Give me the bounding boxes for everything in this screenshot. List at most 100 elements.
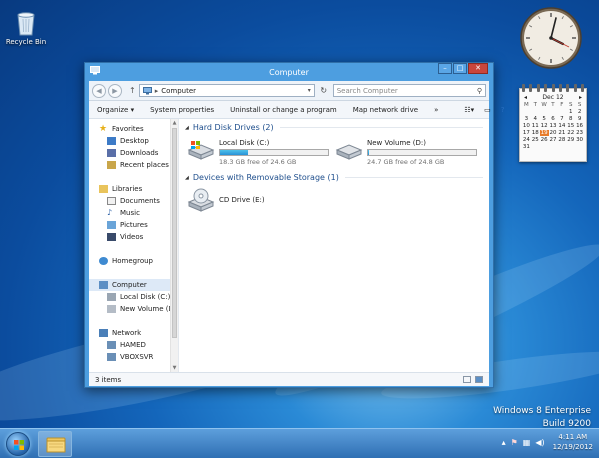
calendar-day[interactable]: 1	[566, 109, 575, 115]
help-icon[interactable]: ?	[501, 106, 505, 114]
calendar-day[interactable]: 23	[575, 130, 584, 136]
forward-button[interactable]: ▶	[108, 83, 122, 98]
forward-arrow-icon: ▶	[112, 86, 118, 95]
calendar-day[interactable]: 17	[522, 130, 531, 136]
nav-item-documents[interactable]: Documents	[89, 195, 178, 207]
nav-item-local-disk[interactable]: Local Disk (C:)	[89, 291, 178, 303]
calendar-day[interactable]: 13	[549, 123, 558, 129]
start-button[interactable]	[6, 432, 30, 456]
calendar-day	[540, 144, 549, 150]
address-input[interactable]: ▸ Computer ▾	[138, 84, 315, 97]
calendar-day[interactable]: 12	[540, 123, 549, 129]
uninstall-program-button[interactable]: Uninstall or change a program	[230, 106, 337, 114]
calendar-day[interactable]: 4	[531, 116, 540, 122]
calendar-day[interactable]: 3	[522, 116, 531, 122]
calendar-month-label: Dec 12	[542, 94, 564, 101]
calendar-day[interactable]: 8	[566, 116, 575, 122]
calendar-day[interactable]: 14	[557, 123, 566, 129]
drive-item-d[interactable]: New Volume (D:) 24.7 GB free of 24.8 GB	[335, 139, 477, 166]
removable-section-header[interactable]: ◢ Devices with Removable Storage (1)	[185, 173, 483, 182]
nav-item-homegroup[interactable]: Homegroup	[89, 255, 178, 267]
calendar-day[interactable]: 27	[549, 137, 558, 143]
back-arrow-icon: ◀	[96, 86, 102, 95]
calendar-day[interactable]: 11	[531, 123, 540, 129]
network-status-icon[interactable]: ▦	[523, 438, 531, 447]
calendar-day[interactable]: 28	[557, 137, 566, 143]
refresh-button[interactable]: ↻	[317, 86, 331, 95]
drive-item-e[interactable]: CD Drive (E:)	[187, 187, 265, 213]
change-view-icon[interactable]: ☷▾	[464, 106, 474, 114]
nav-item-music[interactable]: ♪ Music	[89, 207, 178, 219]
nav-item-libraries[interactable]: Libraries	[89, 183, 178, 195]
nav-scrollbar[interactable]: ▲ ▼	[170, 119, 178, 372]
calendar-day[interactable]: 22	[566, 130, 575, 136]
taskbar-explorer-button[interactable]	[38, 431, 72, 457]
system-properties-button[interactable]: System properties	[150, 106, 214, 114]
large-icons-view-icon[interactable]	[475, 376, 483, 383]
calendar-day[interactable]: 29	[566, 137, 575, 143]
calendar-day[interactable]: 7	[557, 116, 566, 122]
organize-menu[interactable]: Organize ▾	[97, 106, 134, 114]
calendar-day[interactable]: 2	[575, 109, 584, 115]
nav-item-network[interactable]: Network	[89, 327, 178, 339]
nav-item-vboxsvr[interactable]: VBOXSVR	[89, 351, 178, 363]
calendar-day[interactable]: 6	[549, 116, 558, 122]
calendar-next-icon[interactable]: ▸	[579, 94, 582, 101]
close-button[interactable]: ✕	[468, 63, 488, 74]
calendar-day[interactable]: 9	[575, 116, 584, 122]
calendar-day[interactable]: 16	[575, 123, 584, 129]
calendar-day[interactable]: 30	[575, 137, 584, 143]
clock-gadget[interactable]	[519, 6, 583, 70]
calendar-day[interactable]: 10	[522, 123, 531, 129]
volume-icon[interactable]: ◀)	[535, 438, 544, 447]
scroll-up-icon[interactable]: ▲	[171, 119, 178, 127]
address-dropdown-icon[interactable]: ▾	[308, 87, 311, 94]
up-button[interactable]: ↑	[129, 86, 136, 95]
nav-item-hamed[interactable]: HAMED	[89, 339, 178, 351]
drive-free-space: 18.3 GB free of 24.6 GB	[219, 158, 297, 166]
calendar-prev-icon[interactable]: ◂	[524, 94, 527, 101]
minimize-icon: –	[443, 64, 447, 72]
nav-item-computer[interactable]: Computer	[89, 279, 178, 291]
calendar-day[interactable]: 15	[566, 123, 575, 129]
nav-item-downloads[interactable]: Downloads	[89, 147, 178, 159]
calendar-day[interactable]: 26	[540, 137, 549, 143]
details-view-icon[interactable]	[463, 376, 471, 383]
search-input[interactable]: Search Computer ⚲	[332, 84, 486, 97]
hard-disk-section-header[interactable]: ◢ Hard Disk Drives (2)	[185, 123, 483, 132]
recycle-bin-shortcut[interactable]: Recycle Bin	[4, 10, 48, 46]
action-center-flag-icon[interactable]: ⚑	[511, 438, 518, 447]
nav-item-desktop[interactable]: Desktop	[89, 135, 178, 147]
calendar-day[interactable]: 20	[549, 130, 558, 136]
calendar-day[interactable]: 18	[531, 130, 540, 136]
tray-date: 12/19/2012	[552, 443, 593, 451]
preview-pane-icon[interactable]: ▭	[484, 106, 491, 114]
tray-clock[interactable]: 4:11 AM 12/19/2012	[553, 432, 593, 452]
scroll-thumb[interactable]	[172, 128, 177, 338]
calendar-day[interactable]: 21	[557, 130, 566, 136]
scroll-down-icon[interactable]: ▼	[171, 364, 178, 372]
nav-item-new-volume[interactable]: New Volume (D:)	[89, 303, 178, 315]
title-bar[interactable]: Computer – □ ✕	[85, 63, 493, 81]
calendar-rings	[522, 84, 584, 92]
calendar-weekday: T	[551, 102, 555, 108]
calendar-day[interactable]: 19	[539, 130, 549, 136]
computer-icon	[142, 86, 152, 94]
maximize-button[interactable]: □	[453, 63, 467, 74]
calendar-day[interactable]: 25	[531, 137, 540, 143]
windows-logo-icon	[14, 440, 24, 450]
nav-item-videos[interactable]: Videos	[89, 231, 178, 243]
more-commands-button[interactable]: »	[434, 106, 438, 114]
drive-item-c[interactable]: Local Disk (C:) 18.3 GB free of 24.6 GB	[187, 139, 329, 166]
nav-item-recent-places[interactable]: Recent places	[89, 159, 178, 171]
calendar-day[interactable]: 31	[522, 144, 531, 150]
minimize-button[interactable]: –	[438, 63, 452, 74]
map-network-drive-button[interactable]: Map network drive	[353, 106, 418, 114]
nav-item-pictures[interactable]: Pictures	[89, 219, 178, 231]
calendar-day[interactable]: 5	[540, 116, 549, 122]
show-hidden-icons-icon[interactable]: ▴	[502, 438, 506, 447]
back-button[interactable]: ◀	[92, 83, 106, 98]
calendar-gadget[interactable]: ◂ Dec 12 ▸ M T W T F S S 1 2 3 4 5 6 7 8 9 10 11 12 13 14 15 1…	[519, 84, 587, 162]
nav-item-favorites[interactable]: ★ Favorites	[89, 123, 178, 135]
calendar-day[interactable]: 24	[522, 137, 531, 143]
